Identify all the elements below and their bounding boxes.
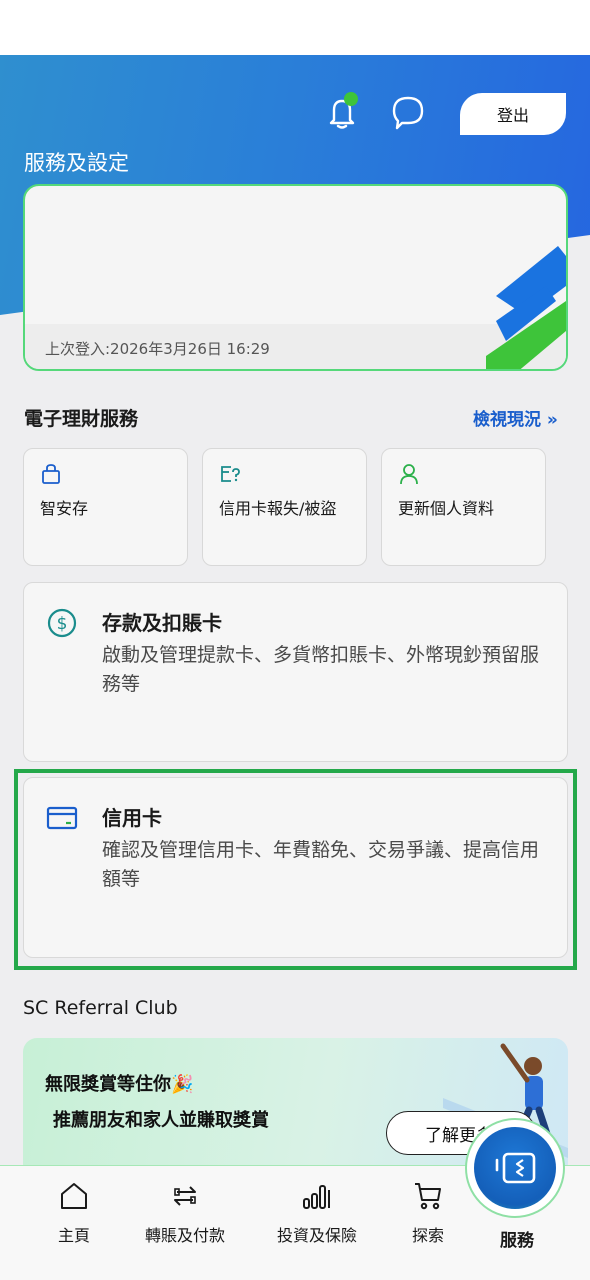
account-card[interactable]: 上次登入:2026年3月26日 16:29 bbox=[23, 184, 568, 371]
nav-label: 主頁 bbox=[57, 1226, 90, 1245]
person-icon bbox=[400, 464, 418, 485]
tile-smart-save[interactable]: 智安存 bbox=[23, 448, 188, 566]
lock-bag-icon bbox=[42, 464, 60, 484]
credit-card-icon bbox=[46, 806, 78, 830]
service-card-credit-card[interactable]: 信用卡 確認及管理信用卡、年費豁免、交易爭議、提高信用額等 bbox=[23, 777, 568, 958]
sc-logo-icon bbox=[486, 246, 566, 369]
tile-label: 智安存 bbox=[40, 499, 89, 518]
referral-section-title: SC Referral Club bbox=[23, 997, 178, 1019]
tile-label: 信用卡報失/被盜 bbox=[219, 499, 337, 518]
notification-dot bbox=[344, 92, 358, 106]
chat-icon[interactable] bbox=[388, 92, 428, 132]
bar-chart-icon bbox=[303, 1185, 330, 1209]
transfer-icon bbox=[174, 1186, 196, 1206]
svg-text:$: $ bbox=[57, 614, 68, 634]
cart-icon bbox=[415, 1183, 441, 1210]
card-question-icon bbox=[221, 466, 240, 482]
nav-item-invest[interactable]: 投資及保險 bbox=[262, 1180, 372, 1246]
service-description: 確認及管理信用卡、年費豁免、交易爭議、提高信用額等 bbox=[102, 839, 540, 890]
service-card-icon bbox=[495, 1152, 536, 1184]
promo-subline: 推薦朋友和家人並賺取獎賞 bbox=[53, 1110, 269, 1131]
ebanking-section-title: 電子理財服務 bbox=[24, 408, 139, 430]
nav-item-home[interactable]: 主頁 bbox=[19, 1180, 129, 1246]
logout-button[interactable]: 登出 bbox=[460, 93, 566, 135]
page-title: 服務及設定 bbox=[24, 151, 129, 175]
tile-update-profile[interactable]: 更新個人資料 bbox=[381, 448, 546, 566]
service-card-deposits[interactable]: $ 存款及扣賬卡 啟動及管理提款卡、多貨幣扣賬卡、外幣現鈔預留服務等 bbox=[23, 582, 568, 762]
last-login-text: 上次登入:2026年3月26日 16:29 bbox=[45, 340, 270, 358]
tile-label: 更新個人資料 bbox=[398, 499, 495, 518]
service-description: 啟動及管理提款卡、多貨幣扣賬卡、外幣現鈔預留服務等 bbox=[102, 644, 540, 695]
nav-label: 轉賬及付款 bbox=[144, 1226, 225, 1245]
view-status-link[interactable]: 檢視現況 » bbox=[473, 405, 558, 430]
service-title: 存款及扣賬卡 bbox=[102, 611, 222, 635]
service-title: 信用卡 bbox=[102, 806, 162, 830]
home-icon bbox=[61, 1183, 87, 1209]
nav-item-services[interactable] bbox=[474, 1127, 556, 1209]
tile-card-lost[interactable]: 信用卡報失/被盜 bbox=[202, 448, 367, 566]
nav-label: 投資及保險 bbox=[276, 1226, 357, 1245]
nav-label-services: 服務 bbox=[500, 1231, 534, 1251]
dollar-circle-icon: $ bbox=[47, 608, 77, 638]
promo-headline: 無限獎賞等住你🎉 bbox=[45, 1074, 194, 1095]
status-bar bbox=[0, 0, 590, 55]
nav-item-transfer[interactable]: 轉賬及付款 bbox=[130, 1180, 240, 1246]
